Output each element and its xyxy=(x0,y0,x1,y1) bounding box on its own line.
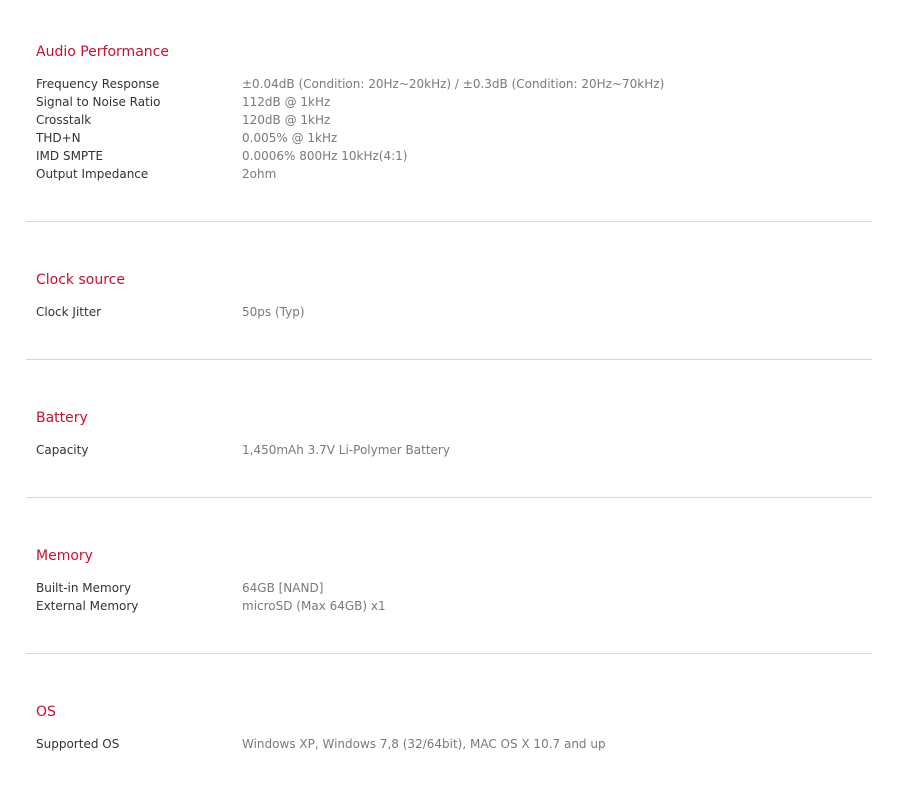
spec-value: 112dB @ 1kHz xyxy=(242,95,331,109)
spec-label: External Memory xyxy=(36,599,139,613)
spec-label: IMD SMPTE xyxy=(36,149,104,163)
spec-value: 120dB @ 1kHz xyxy=(242,113,331,127)
spec-row: Frequency Response ±0.04dB (Condition: 20… xyxy=(36,75,872,93)
spec-row: Clock Jitter 50ps (Typ) xyxy=(36,303,872,321)
spec-label: THD+N xyxy=(36,131,81,145)
spec-value: Windows XP, Windows 7,8 (32/64bit), MAC … xyxy=(242,737,606,751)
section-title: Battery xyxy=(36,410,88,426)
spec-value: 1,450mAh 3.7V Li-Polymer Battery xyxy=(242,443,450,457)
spec-value: 64GB [NAND] xyxy=(242,581,324,595)
spec-row: THD+N 0.005% @ 1kHz xyxy=(36,129,872,147)
spec-row: External Memory microSD (Max 64GB) x1 xyxy=(36,597,872,615)
spec-label: Crosstalk xyxy=(36,113,92,127)
spec-value: 0.005% @ 1kHz xyxy=(242,131,338,145)
spec-label: Frequency Response xyxy=(36,77,160,91)
spec-label: Output Impedance xyxy=(36,167,149,181)
section-title: Audio Performance xyxy=(36,44,169,60)
spec-section: Battery Capacity 1,450mAh 3.7V Li-Polymer … xyxy=(26,360,872,498)
spec-label: Signal to Noise Ratio xyxy=(36,95,161,109)
spec-section: OS Supported OS Windows XP, Windows 7,8 (3… xyxy=(26,654,872,791)
spec-value: microSD (Max 64GB) x1 xyxy=(242,599,386,613)
spec-row: Crosstalk 120dB @ 1kHz xyxy=(36,111,872,129)
spec-value: 2ohm xyxy=(242,167,277,181)
spec-value: ±0.04dB (Condition: 20Hz~20kHz) / ±0.3dB… xyxy=(242,77,665,91)
spec-row: Capacity 1,450mAh 3.7V Li-Polymer Battery xyxy=(36,441,872,459)
spec-row: Built-in Memory 64GB [NAND] xyxy=(36,579,872,597)
spec-label: Supported OS xyxy=(36,737,120,751)
section-title: OS xyxy=(36,704,56,720)
spec-section: Clock source Clock Jitter 50ps (Typ) xyxy=(26,222,872,360)
spec-sheet: Audio Performance Frequency Response ±0.04… xyxy=(0,0,900,791)
spec-row: Signal to Noise Ratio 112dB @ 1kHz xyxy=(36,93,872,111)
section-title: Clock source xyxy=(36,272,125,288)
spec-label: Capacity xyxy=(36,443,89,457)
spec-row: Supported OS Windows XP, Windows 7,8 (32/… xyxy=(36,735,872,753)
section-title: Memory xyxy=(36,548,93,564)
spec-section: Audio Performance Frequency Response ±0.04… xyxy=(26,42,872,222)
spec-value: 0.0006% 800Hz 10kHz(4:1) xyxy=(242,149,408,163)
spec-label: Built-in Memory xyxy=(36,581,132,595)
spec-value: 50ps (Typ) xyxy=(242,305,305,319)
spec-section: Memory Built-in Memory 64GB [NAND] External… xyxy=(26,498,872,654)
spec-row: Output Impedance 2ohm xyxy=(36,165,872,183)
spec-row: IMD SMPTE 0.0006% 800Hz 10kHz(4:1) xyxy=(36,147,872,165)
spec-label: Clock Jitter xyxy=(36,305,102,319)
